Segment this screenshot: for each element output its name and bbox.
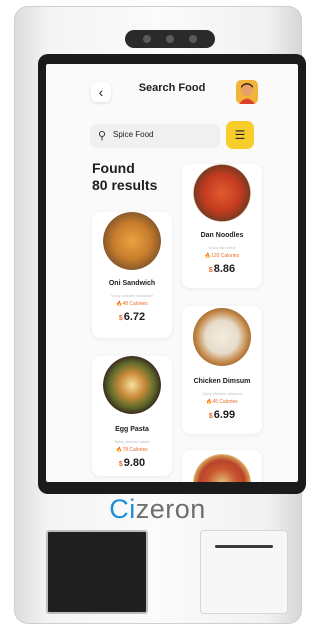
camera-lens-icon — [189, 35, 197, 43]
page-title: Search Food — [138, 82, 206, 94]
currency-symbol: $ — [208, 413, 213, 420]
price-value: 6.99 — [213, 409, 236, 421]
food-card-pizza[interactable] — [182, 450, 262, 482]
receipt-printer — [200, 530, 288, 614]
food-name: Dan Noodles — [200, 232, 244, 239]
pizza-image — [193, 454, 251, 482]
food-description: Spicy chicken pasta — [114, 439, 150, 444]
price-value: 6.72 — [123, 311, 146, 323]
food-card-oni-sandwich[interactable]: Oni Sandwich Spicy chicken sandwich 🔥48 … — [92, 212, 172, 338]
search-input[interactable]: Spice Food — [113, 130, 153, 139]
calories-text: 45 Calories — [212, 399, 238, 405]
currency-symbol: $ — [118, 461, 123, 468]
food-calories: 🔥78 Calories — [92, 447, 172, 453]
calories-text: 48 Calories — [122, 301, 148, 307]
food-calories: 🔥48 Calories — [92, 301, 172, 307]
price-value: 9.80 — [123, 457, 146, 469]
food-description: Spicy chicken dimsum — [202, 391, 242, 396]
avatar[interactable] — [236, 80, 258, 104]
food-name: Oni Sandwich — [108, 280, 156, 287]
food-calories: 🔥45 Calories — [182, 399, 262, 405]
filter-icon: ☰ — [234, 128, 246, 142]
printer-slot — [215, 545, 273, 548]
brand-logo: Cizeron — [0, 494, 315, 525]
food-price: $8.86 — [182, 263, 262, 275]
sandwich-image — [103, 212, 161, 270]
calories-text: 120 Calories — [211, 253, 240, 259]
currency-symbol: $ — [118, 315, 123, 322]
food-card-chicken-dimsum[interactable]: Chicken Dimsum Spicy chicken dimsum 🔥45 … — [182, 306, 262, 434]
food-name: Chicken Dimsum — [193, 378, 251, 385]
price-value: 8.86 — [213, 263, 236, 275]
pasta-image — [103, 356, 161, 414]
food-description: Spicy fish meal — [208, 245, 236, 250]
search-icon: ⚲ — [98, 130, 107, 142]
food-card-dan-noodles[interactable]: Dan Noodles Spicy fish meal 🔥120 Calorie… — [182, 164, 262, 288]
brand-logo-rest: zeron — [135, 494, 206, 524]
noodles-image — [193, 164, 251, 222]
food-description: Spicy chicken sandwich — [110, 293, 154, 298]
food-card-egg-pasta[interactable]: Egg Pasta Spicy chicken pasta 🔥78 Calori… — [92, 356, 172, 476]
food-price: $9.80 — [92, 457, 172, 469]
results-count: 80 results — [92, 177, 158, 193]
calories-text: 78 Calories — [122, 447, 148, 453]
camera-lens-icon — [143, 35, 151, 43]
results-heading: Found 80 results — [92, 160, 157, 194]
app-screen: ‹ Search Food ⚲ Spice Food ☰ Found 80 re… — [46, 64, 298, 482]
camera-bar — [125, 30, 215, 48]
search-field[interactable]: ⚲ Spice Food — [90, 124, 220, 148]
currency-symbol: $ — [208, 267, 213, 274]
avatar-icon — [239, 83, 255, 104]
food-price: $6.72 — [92, 311, 172, 323]
card-scanner — [46, 530, 148, 614]
app-header: ‹ Search Food — [46, 64, 298, 120]
dimsum-image — [193, 308, 251, 366]
filter-button[interactable]: ☰ — [226, 121, 254, 149]
food-calories: 🔥120 Calories — [182, 253, 262, 259]
food-price: $6.99 — [182, 409, 262, 421]
results-found-label: Found — [92, 160, 135, 176]
camera-lens-icon — [166, 35, 174, 43]
food-name: Egg Pasta — [115, 426, 149, 433]
brand-logo-prefix: Ci — [109, 494, 136, 524]
